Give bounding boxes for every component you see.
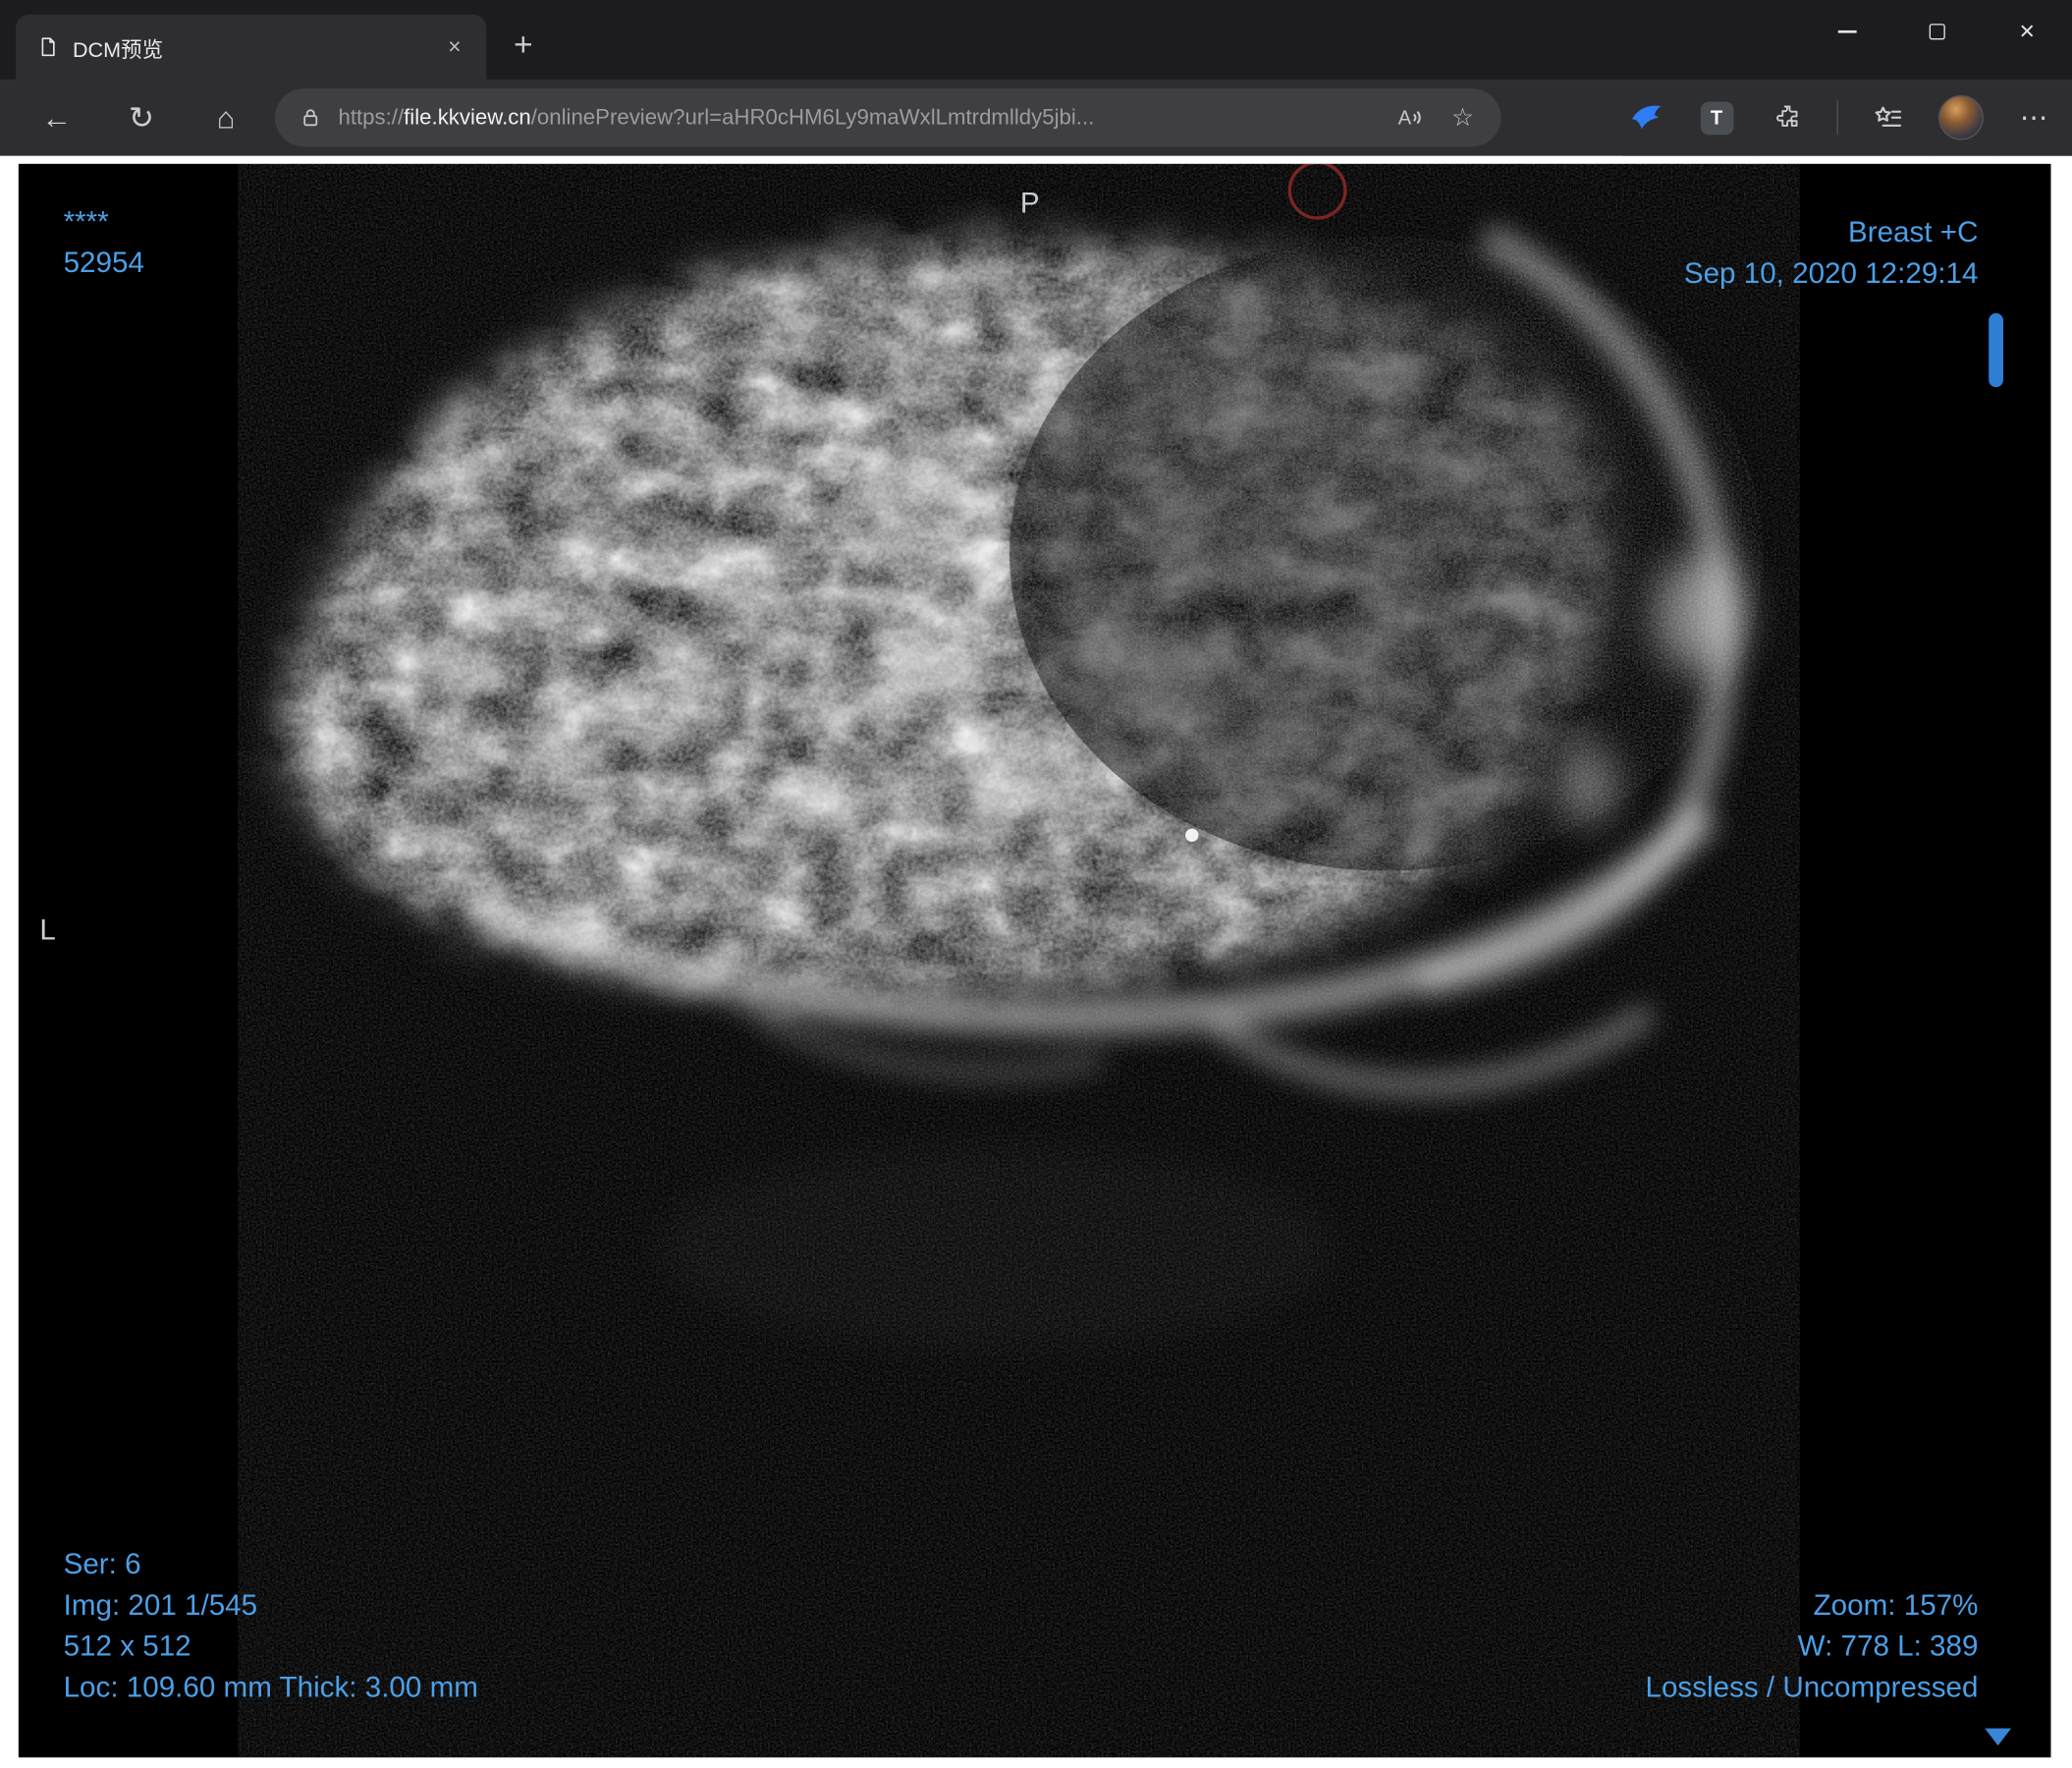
overlay-series-info: Ser: 6 Img: 201 1/545 512 x 512 Loc: 109… (64, 1543, 478, 1707)
translate-extension-icon[interactable] (1627, 98, 1666, 138)
window-maximize-button[interactable] (1892, 0, 1983, 62)
mri-image (19, 164, 2051, 1757)
window-close-button[interactable]: × (1982, 0, 2072, 62)
profile-avatar[interactable] (1938, 95, 1984, 140)
series-scrollbar-thumb[interactable] (1989, 313, 2003, 387)
window-level: W: 778 L: 389 (1645, 1626, 1978, 1667)
minimize-icon (1838, 29, 1857, 32)
url-path: /onlinePreview?url=aHR0cHM6Ly9maWxlLmtrd… (531, 105, 1095, 129)
favorite-star-icon[interactable]: ☆ (1443, 98, 1482, 138)
patient-id-masked: **** (64, 200, 144, 242)
toolbar-divider (1836, 100, 1837, 135)
tab-title: DCM预览 (73, 31, 425, 63)
url-scheme: https:// (338, 105, 404, 129)
zoom-level: Zoom: 157% (1645, 1584, 1978, 1626)
url-text[interactable]: https://file.kkview.cn/onlinePreview?url… (338, 105, 1377, 131)
read-aloud-icon[interactable]: A (1390, 98, 1430, 138)
extensions-area: T ⋯ (1627, 95, 2054, 140)
dicom-viewer[interactable]: **** 52954 P Breast +C Sep 10, 2020 12:2… (19, 164, 2051, 1757)
settings-more-icon[interactable]: ⋯ (2014, 98, 2053, 138)
address-bar[interactable]: https://file.kkview.cn/onlinePreview?url… (275, 88, 1501, 146)
overlay-patient-info: **** 52954 (64, 200, 144, 282)
maximize-icon (1930, 24, 1945, 39)
slice-location: Loc: 109.60 mm Thick: 3.00 mm (64, 1666, 478, 1707)
lock-icon[interactable] (296, 98, 325, 138)
orientation-marker-left: L (39, 910, 55, 951)
tab-strip: DCM预览 × + × (0, 0, 2072, 80)
overlay-display-info: Zoom: 157% W: 778 L: 389 Lossless / Unco… (1645, 1584, 1978, 1707)
overlay-study-info: Breast +C Sep 10, 2020 12:29:14 (1684, 211, 1979, 293)
home-button[interactable]: ⌂ (198, 89, 254, 145)
window-minimize-button[interactable] (1802, 0, 1892, 62)
patient-number: 52954 (64, 242, 144, 283)
tab-close-button[interactable]: × (439, 31, 470, 63)
browser-toolbar: ← ↻ ⌂ https://file.kkview.cn/onlinePrevi… (0, 80, 2072, 156)
extensions-puzzle-icon[interactable] (1767, 98, 1806, 138)
tampermonkey-extension-icon[interactable]: T (1697, 98, 1736, 138)
image-matrix: 512 x 512 (64, 1626, 478, 1667)
back-button[interactable]: ← (29, 89, 85, 145)
browser-window: DCM预览 × + × ← ↻ ⌂ https://file.kkview.cn… (0, 0, 2072, 1768)
study-datetime: Sep 10, 2020 12:29:14 (1684, 252, 1979, 294)
study-description: Breast +C (1684, 211, 1979, 252)
favorites-hub-icon[interactable] (1869, 98, 1908, 138)
page-content: **** 52954 P Breast +C Sep 10, 2020 12:2… (0, 156, 2072, 1768)
window-controls: × (1802, 0, 2072, 62)
close-icon: × (2019, 18, 2035, 44)
tab-dcm-preview[interactable]: DCM预览 × (16, 15, 486, 80)
url-host: file.kkview.cn (404, 105, 531, 129)
refresh-button[interactable]: ↻ (114, 89, 170, 145)
orientation-marker-posterior: P (1020, 183, 1040, 224)
new-tab-button[interactable]: + (502, 24, 544, 66)
read-aloud-letter: A (1398, 107, 1412, 129)
document-favicon-icon (37, 35, 60, 58)
image-number: Img: 201 1/545 (64, 1584, 478, 1626)
scroll-down-arrow[interactable] (1985, 1729, 2011, 1745)
series-number: Ser: 6 (64, 1543, 478, 1584)
compression-info: Lossless / Uncompressed (1645, 1666, 1978, 1707)
